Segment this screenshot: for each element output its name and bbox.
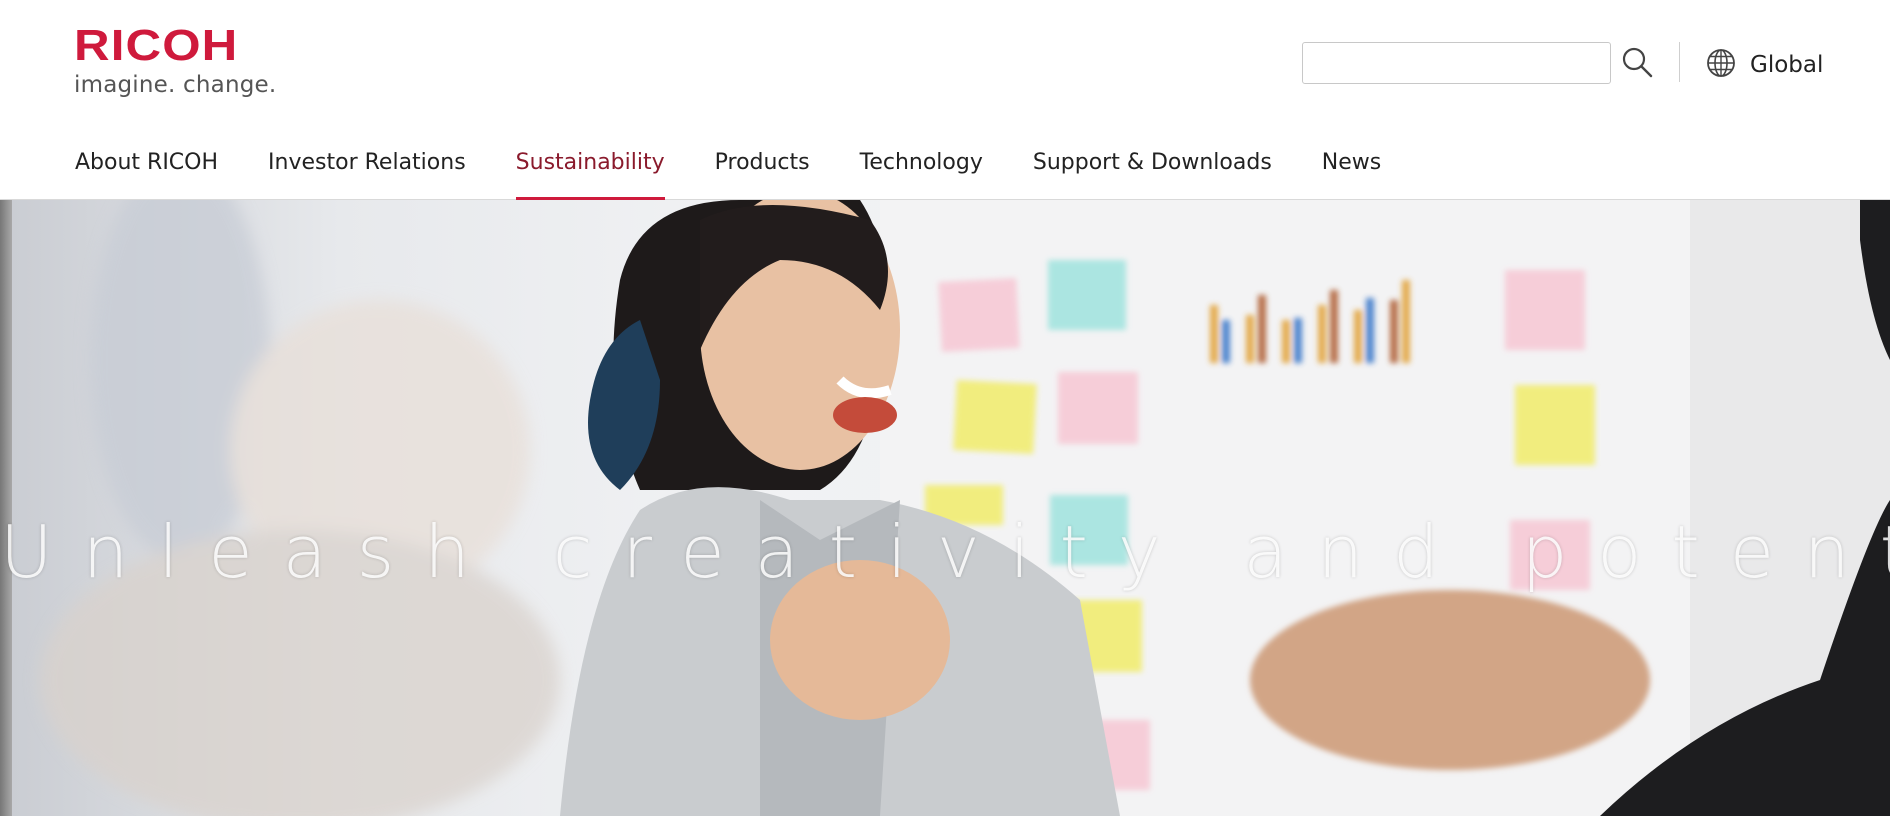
hero-headline: Unleash creativity and potential [0, 510, 1890, 594]
hero-photo [40, 200, 1890, 816]
search-input[interactable] [1302, 42, 1611, 84]
main-nav: About RICOH Investor Relations Sustainab… [75, 142, 1431, 200]
search-icon [1621, 46, 1653, 81]
region-label: Global [1750, 52, 1824, 78]
logo-wordmark: RICOH [74, 21, 239, 70]
globe-icon [1706, 48, 1736, 83]
region-selector[interactable]: Global [1706, 46, 1823, 84]
site-header: RICOH imagine. change. Global About RICO… [0, 0, 1890, 200]
ricoh-logo[interactable]: RICOH imagine. change. [74, 24, 277, 99]
nav-item-products[interactable]: Products [715, 142, 810, 200]
nav-item-support-downloads[interactable]: Support & Downloads [1033, 142, 1272, 200]
blurred-hands-left [40, 200, 560, 816]
hero-banner: Unleash creativity and potential [0, 200, 1890, 816]
nav-item-news[interactable]: News [1322, 142, 1381, 200]
logo-tagline: imagine. change. [74, 72, 277, 98]
nav-item-investor-relations[interactable]: Investor Relations [268, 142, 466, 200]
nav-item-about-ricoh[interactable]: About RICOH [75, 142, 218, 200]
nav-item-sustainability[interactable]: Sustainability [515, 142, 665, 200]
header-divider [1679, 42, 1680, 82]
nav-item-technology[interactable]: Technology [860, 142, 983, 200]
search-button[interactable] [1618, 44, 1656, 82]
